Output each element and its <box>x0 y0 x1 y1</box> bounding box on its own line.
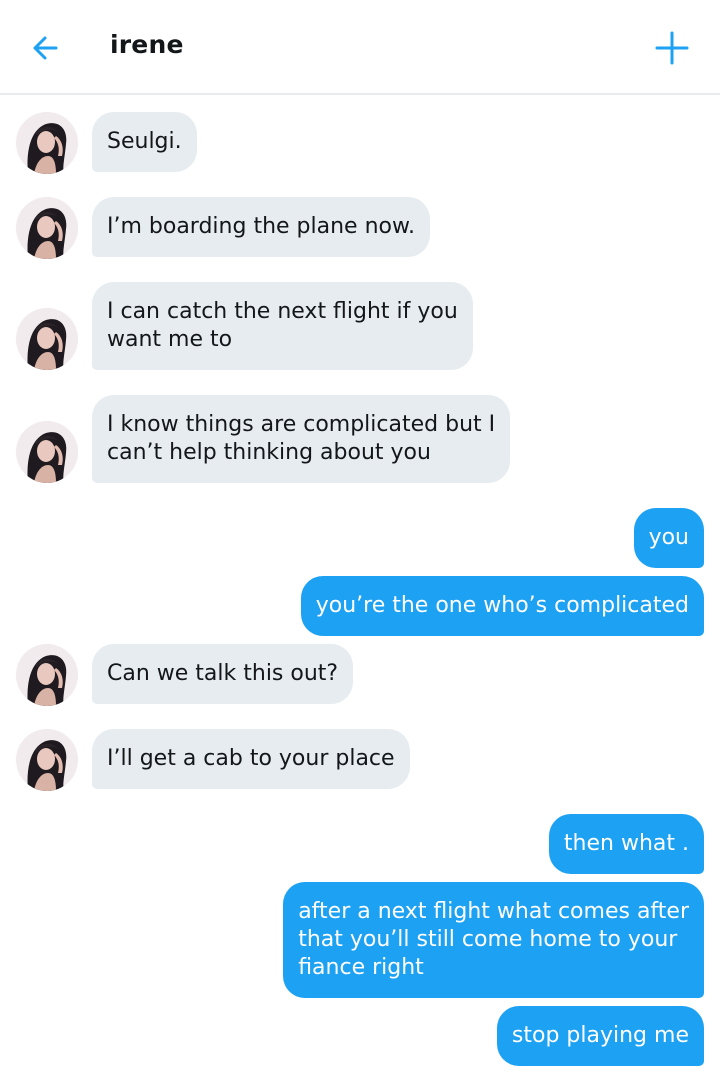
outgoing-message-bubble[interactable]: then what . <box>548 814 704 874</box>
avatar[interactable] <box>16 729 78 791</box>
incoming-message-bubble[interactable]: Seulgi. <box>92 112 197 172</box>
incoming-message-bubble[interactable]: I’m boarding the plane now. <box>92 197 430 257</box>
arrow-left-icon <box>33 36 58 60</box>
conversation-header: irene <box>0 0 720 95</box>
incoming-message-bubble[interactable]: I know things are complicated but I can’… <box>92 395 511 483</box>
back-button[interactable] <box>24 28 68 68</box>
avatar[interactable] <box>16 197 78 259</box>
conversation-title: irene <box>110 30 184 59</box>
avatar[interactable] <box>16 308 78 370</box>
outgoing-message-bubble[interactable]: you <box>633 508 704 568</box>
avatar[interactable] <box>16 644 78 706</box>
incoming-message-bubble[interactable]: I can catch the next flight if you want … <box>92 282 473 370</box>
incoming-message-bubble[interactable]: Can we talk this out? <box>92 644 354 704</box>
message-thread[interactable]: Seulgi. I’m boarding the plane now. I ca… <box>0 95 720 1072</box>
plus-icon <box>655 31 689 65</box>
add-button[interactable] <box>652 28 692 68</box>
outgoing-message-bubble[interactable]: stop playing me <box>496 1006 704 1066</box>
avatar[interactable] <box>16 421 78 483</box>
avatar[interactable] <box>16 112 78 174</box>
incoming-message-bubble[interactable]: I’ll get a cab to your place <box>92 729 410 789</box>
outgoing-message-bubble[interactable]: you’re the one who’s complicated <box>300 576 704 636</box>
dm-conversation-screen: irene Seulgi. I’m boarding the plane now… <box>0 0 720 1072</box>
outgoing-message-bubble[interactable]: after a next flight what comes after tha… <box>283 882 704 998</box>
